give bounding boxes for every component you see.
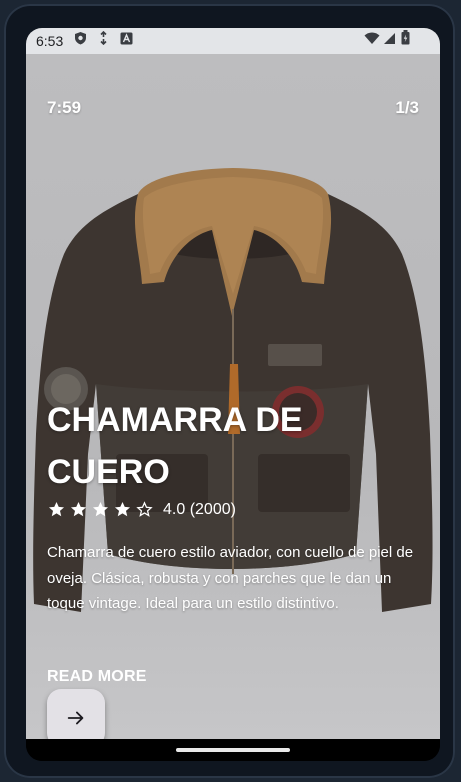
a-icon [120, 28, 133, 54]
story-time: 7:59 [47, 98, 82, 117]
read-more-link[interactable]: READ MORE [47, 668, 147, 686]
product-description: Chamarra de cuero estilo aviador, con cu… [47, 544, 414, 612]
star-filled-icon [92, 501, 109, 517]
product-title: CHAMARRA DE CUERO [47, 401, 303, 491]
sync-icon [98, 28, 109, 54]
battery-icon [401, 28, 410, 54]
star-filled-icon [114, 501, 131, 517]
wifi-icon [364, 28, 380, 54]
screen: 6:53 7:59 1/3 CHAMARRA DE CUERO 4.0 (200… [26, 28, 440, 761]
star-outline-icon [136, 501, 153, 517]
status-time: 6:53 [36, 33, 64, 49]
navigation-bar [26, 739, 440, 761]
rating: 4.0 (2000) [47, 500, 236, 519]
home-gesture-handle[interactable] [176, 748, 290, 752]
next-button[interactable] [47, 689, 105, 739]
page-indicator: 1/3 [395, 98, 419, 117]
star-filled-icon [48, 501, 65, 517]
arrow-right-icon [67, 711, 84, 725]
star-filled-icon [70, 501, 87, 517]
rating-text: 4.0 (2000) [163, 500, 236, 518]
shield-icon [74, 28, 87, 54]
status-bar: 6:53 [26, 28, 440, 54]
device-frame: 6:53 7:59 1/3 CHAMARRA DE CUERO 4.0 (200… [4, 4, 455, 778]
signal-icon [383, 28, 396, 54]
story-content[interactable]: 7:59 1/3 CHAMARRA DE CUERO 4.0 (2000) Ch… [26, 54, 440, 739]
